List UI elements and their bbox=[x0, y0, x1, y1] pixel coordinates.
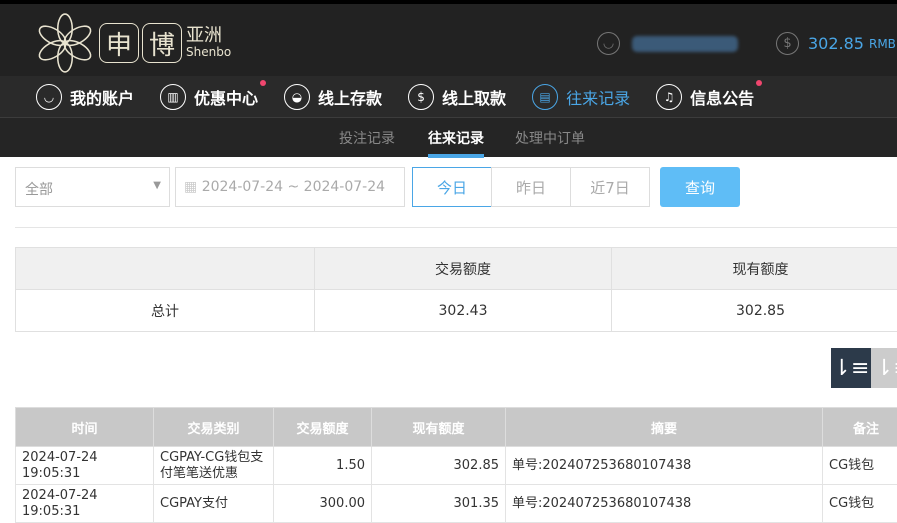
table-row: 2024-07-24 19:05:31 CGPAY支付 300.00 301.3… bbox=[15, 484, 897, 523]
nav-my-account[interactable]: ◡ 我的账户 bbox=[36, 83, 135, 110]
summary-table: 交易额度 现有额度 总计 302.43 302.85 bbox=[15, 247, 897, 332]
deposit-icon: ◒ bbox=[284, 83, 311, 110]
cell-type: CGPAY-CG钱包支付笔笔送优惠 bbox=[153, 446, 274, 485]
sub-tabs: 投注记录 往来记录 处理中订单 bbox=[0, 118, 897, 158]
sort-ascending-icon[interactable]: ⇂≡ bbox=[871, 348, 897, 388]
user-icon: ◡ bbox=[597, 32, 620, 55]
column-header: 摘要 bbox=[505, 407, 823, 447]
cell-balance: 301.35 bbox=[371, 484, 506, 523]
currency: RMB bbox=[868, 36, 896, 51]
today-button[interactable]: 今日 bbox=[412, 167, 492, 207]
tab-transaction-records[interactable]: 往来记录 bbox=[428, 128, 484, 158]
summary-header bbox=[15, 247, 315, 290]
nav-withdraw[interactable]: $ 线上取款 bbox=[408, 83, 507, 110]
bell-icon: ♫ bbox=[656, 83, 683, 110]
main-nav: ◡ 我的账户 ▥ 优惠中心 ◒ 线上存款 $ 线上取款 ▤ 往来记录 ♫ 信息公告 bbox=[0, 76, 897, 118]
nav-announcements[interactable]: ♫ 信息公告 bbox=[656, 79, 763, 110]
transactions-table: 时间 交易类别 交易额度 现有额度 摘要 备注 2024-07-24 19:05… bbox=[15, 407, 897, 523]
flower-logo-icon bbox=[38, 13, 92, 73]
cell-time: 2024-07-24 19:05:31 bbox=[15, 484, 154, 523]
balance: $302.85 RMB bbox=[776, 32, 896, 55]
balance-value: 302.85 bbox=[808, 34, 864, 53]
column-header: 交易额度 bbox=[273, 407, 372, 447]
nav-deposit[interactable]: ◒ 线上存款 bbox=[284, 83, 383, 110]
summary-header: 现有额度 bbox=[611, 247, 897, 290]
cell-summary: 单号:202407253680107438 bbox=[505, 446, 823, 485]
nav-promotions[interactable]: ▥ 优惠中心 bbox=[160, 79, 267, 110]
calendar-icon: ▦ bbox=[184, 179, 202, 195]
column-header: 现有额度 bbox=[371, 407, 506, 447]
logo-char: 申 bbox=[99, 23, 139, 63]
nav-label: 往来记录 bbox=[566, 88, 631, 108]
tab-bet-records[interactable]: 投注记录 bbox=[339, 128, 395, 148]
last7days-button[interactable]: 近7日 bbox=[570, 167, 650, 207]
summary-balance: 302.85 bbox=[611, 289, 897, 332]
dollar-icon: $ bbox=[776, 32, 799, 55]
table-row: 2024-07-24 19:05:31 CGPAY-CG钱包支付笔笔送优惠 1.… bbox=[15, 446, 897, 485]
column-header: 备注 bbox=[822, 407, 897, 447]
nav-label: 线上存款 bbox=[318, 88, 383, 108]
nav-label: 信息公告 bbox=[690, 88, 755, 108]
logo-char: 博 bbox=[142, 23, 182, 63]
user-info[interactable]: ◡ bbox=[597, 32, 738, 55]
withdraw-icon: $ bbox=[408, 83, 435, 110]
cell-time: 2024-07-24 19:05:31 bbox=[15, 446, 154, 485]
cell-type: CGPAY支付 bbox=[153, 484, 274, 523]
logo-cn: 亚洲 bbox=[186, 25, 222, 46]
gift-icon: ▥ bbox=[160, 83, 187, 110]
user-icon: ◡ bbox=[36, 83, 62, 110]
cell-amount: 300.00 bbox=[273, 484, 372, 523]
notification-dot bbox=[756, 79, 763, 86]
header: 申 博 亚洲 Shenbo ◡ $302.85 RMB bbox=[0, 0, 897, 76]
tab-pending-orders[interactable]: 处理中订单 bbox=[515, 128, 585, 148]
record-icon: ▤ bbox=[532, 83, 559, 110]
nav-label: 我的账户 bbox=[70, 88, 135, 108]
nav-label: 线上取款 bbox=[442, 88, 507, 108]
username-blurred bbox=[632, 35, 738, 52]
summary-header: 交易额度 bbox=[314, 247, 612, 290]
date-range-input[interactable]: ▦ 2024-07-24 ~ 2024-07-24 bbox=[175, 167, 405, 207]
column-header: 交易类别 bbox=[153, 407, 274, 447]
type-select[interactable]: 全部 ▼ bbox=[15, 167, 170, 207]
nav-label: 优惠中心 bbox=[194, 88, 259, 108]
nav-records[interactable]: ▤ 往来记录 bbox=[532, 83, 631, 110]
cell-balance: 302.85 bbox=[371, 446, 506, 485]
chevron-down-icon: ▼ bbox=[153, 180, 161, 191]
query-button[interactable]: 查询 bbox=[660, 167, 740, 207]
summary-transaction-total: 302.43 bbox=[314, 289, 612, 332]
cell-note: CG钱包 bbox=[822, 484, 897, 523]
logo[interactable]: 申 博 亚洲 Shenbo bbox=[34, 12, 231, 74]
divider bbox=[15, 227, 897, 228]
date-range-value: 2024-07-24 ~ 2024-07-24 bbox=[201, 179, 386, 195]
type-select-value: 全部 bbox=[25, 182, 53, 198]
cell-summary: 单号:202407253680107438 bbox=[505, 484, 823, 523]
sort-descending-icon[interactable]: ⇂≡ bbox=[831, 348, 871, 388]
summary-label: 总计 bbox=[15, 289, 315, 332]
cell-amount: 1.50 bbox=[273, 446, 372, 485]
column-header: 时间 bbox=[15, 407, 154, 447]
cell-note: CG钱包 bbox=[822, 446, 897, 485]
logo-en: Shenbo bbox=[186, 45, 232, 59]
yesterday-button[interactable]: 昨日 bbox=[491, 167, 571, 207]
notification-dot bbox=[260, 79, 267, 86]
